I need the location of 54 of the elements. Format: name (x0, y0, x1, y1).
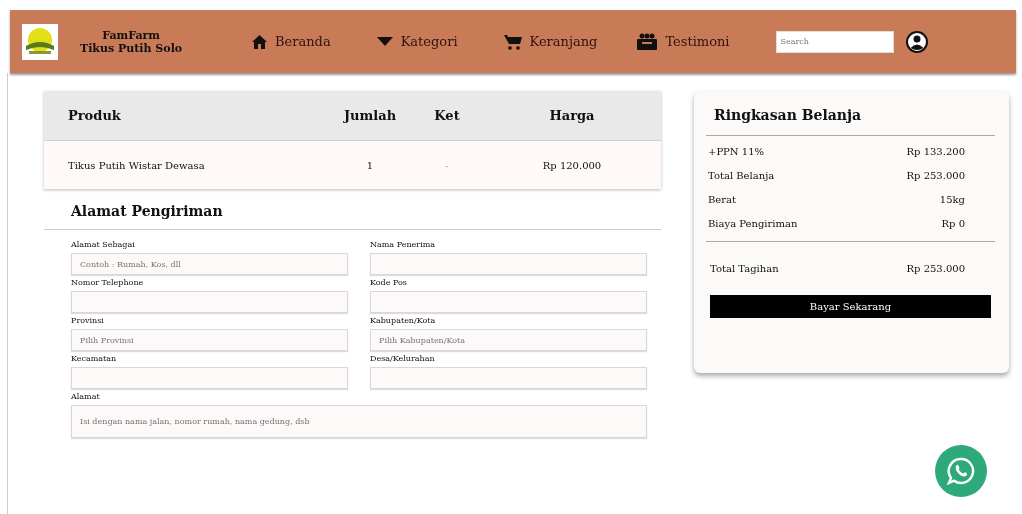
summary-label: Biaya Pengiriman (708, 217, 798, 229)
summary-value: Rp 253.000 (906, 262, 965, 274)
input-field[interactable] (370, 291, 647, 313)
table-cell: Rp 120.000 (483, 140, 661, 189)
table-cell: Tikus Putih Wistar Dewasa (44, 140, 329, 189)
input-field[interactable] (370, 253, 647, 275)
input-field[interactable]: Pilih Kabupaten/Kota (370, 329, 647, 351)
pay-button[interactable]: Bayar Sekarang (710, 295, 991, 318)
field-label: Kecamatan (71, 353, 118, 365)
input-field[interactable] (370, 367, 647, 389)
field-label: Alamat (71, 391, 101, 403)
home-icon (252, 34, 267, 49)
input-field[interactable]: Contoh : Rumah, Kos, dll (71, 253, 348, 275)
input-field[interactable]: Isi dengan nama jalan, nomor rumah, nama gedung, dsb (71, 405, 647, 438)
field-label: Alamat Sebagai (71, 239, 136, 251)
column-header: Produk (44, 91, 329, 141)
summary-label: Total Belanja (708, 169, 775, 181)
column-header: Jumlah (329, 91, 411, 141)
field-label: Kabupaten/Kota (370, 315, 437, 327)
input-field[interactable] (71, 367, 348, 389)
column-header: Ket (411, 91, 483, 141)
nav-link[interactable]: Kategori (376, 34, 458, 49)
column-header: Harga (483, 91, 661, 141)
card-title: Ringkasan Belanja (706, 91, 995, 136)
caret-icon (376, 37, 393, 46)
people-icon (637, 33, 658, 50)
logo-icon[interactable] (22, 23, 58, 60)
summary-label: Berat (708, 193, 737, 205)
brand-name: FamFarm (102, 28, 160, 42)
summary-label: Total Tagihan (710, 262, 779, 274)
search-field[interactable]: Search (775, 30, 894, 53)
table-cell: 1 (329, 140, 411, 189)
cart-icon (503, 33, 522, 50)
table-cell: - (411, 140, 483, 189)
field-label: Nama Penerima (370, 239, 437, 251)
nav-link[interactable]: Keranjang (503, 33, 598, 50)
chat-button[interactable] (935, 445, 987, 497)
nav-link[interactable]: Beranda (252, 34, 331, 49)
summary-value: Rp 253.000 (906, 169, 965, 181)
field-label: Provinsi (71, 315, 105, 327)
field-label: Kode Pos (370, 277, 408, 289)
summary-value: Rp 0 (941, 217, 965, 229)
brand-name: Tikus Putih Solo (80, 41, 183, 55)
input-field[interactable]: Pilih Provinsi (71, 329, 348, 351)
nav-link[interactable]: Testimoni (637, 33, 730, 50)
summary-value: Rp 133.200 (906, 145, 965, 157)
summary-value: 15kg (939, 193, 965, 205)
summary-label: +PPN 11% (708, 145, 764, 157)
chat-phone-icon (946, 456, 976, 486)
field-label: Desa/Kelurahan (370, 353, 436, 365)
field-label: Nomor Telephone (71, 277, 145, 289)
user-avatar-icon[interactable] (905, 30, 928, 53)
input-field[interactable] (71, 291, 348, 313)
section-title: Alamat Pengiriman (44, 189, 661, 230)
